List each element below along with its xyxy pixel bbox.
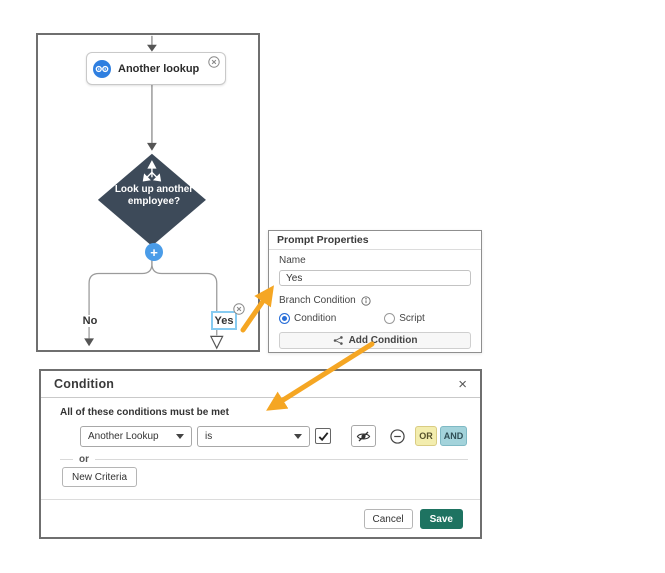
add-branch-button[interactable]: + (145, 243, 163, 261)
script-radio[interactable] (384, 313, 396, 324)
name-input[interactable] (279, 270, 471, 286)
chevron-down-icon (176, 433, 184, 439)
hide-value-button[interactable] (351, 425, 376, 447)
screenshot-canvas: Another lookup Look up another employee?… (0, 0, 665, 573)
info-icon[interactable] (361, 295, 371, 306)
script-radio-label: Script (399, 313, 425, 324)
field-dropdown-value: Another Lookup (88, 430, 159, 442)
operator-dropdown[interactable]: is (197, 425, 310, 447)
condition-row: Another Lookup is OR AND (80, 424, 467, 448)
eye-slash-icon (356, 431, 371, 441)
field-dropdown[interactable]: Another Lookup (80, 425, 192, 447)
condition-dialog-title: Condition (54, 377, 115, 391)
remove-condition-button[interactable] (390, 428, 405, 444)
node-close-icon[interactable] (208, 56, 220, 68)
yes-close-icon[interactable] (233, 303, 245, 315)
dialog-close-button[interactable]: × (458, 377, 467, 392)
condition-dialog: Condition × All of these conditions must… (39, 369, 482, 539)
condition-radio-label: Condition (294, 313, 337, 324)
save-button[interactable]: Save (419, 509, 463, 529)
branch-condition-label: Branch Condition (279, 295, 356, 306)
add-condition-label: Add Condition (348, 335, 418, 346)
minus-circle-icon (390, 428, 405, 444)
and-button[interactable]: AND (440, 426, 467, 446)
value-checkbox[interactable] (315, 428, 331, 444)
add-condition-button[interactable]: Add Condition (279, 332, 471, 349)
condition-radio[interactable] (279, 313, 290, 324)
or-divider-label: or (79, 454, 89, 465)
lookup-node-label: Another lookup (118, 62, 200, 75)
dialog-footer: Cancel Save (41, 499, 480, 538)
name-label: Name (279, 255, 306, 266)
or-divider: or (60, 454, 468, 465)
prompt-properties-title: Prompt Properties (269, 231, 481, 250)
lookup-icon (93, 59, 111, 78)
cancel-button[interactable]: Cancel (363, 509, 413, 529)
flowchart-panel: Another lookup Look up another employee?… (36, 33, 260, 352)
condition-branch-icon (333, 335, 344, 346)
or-button[interactable]: OR (415, 426, 437, 446)
chevron-down-icon (294, 433, 302, 439)
new-criteria-button[interactable]: New Criteria (62, 467, 138, 487)
decision-node-label[interactable]: Look up another employee? (94, 184, 214, 208)
operator-dropdown-value: is (205, 430, 213, 442)
condition-dialog-header: Condition × (41, 371, 480, 398)
prompt-properties-panel: Prompt Properties Name Branch Condition … (268, 230, 482, 353)
checkmark-icon (318, 431, 328, 441)
conditions-note: All of these conditions must be met (60, 407, 229, 418)
branch-label-no[interactable]: No (78, 315, 102, 327)
lookup-node[interactable]: Another lookup (86, 52, 226, 85)
